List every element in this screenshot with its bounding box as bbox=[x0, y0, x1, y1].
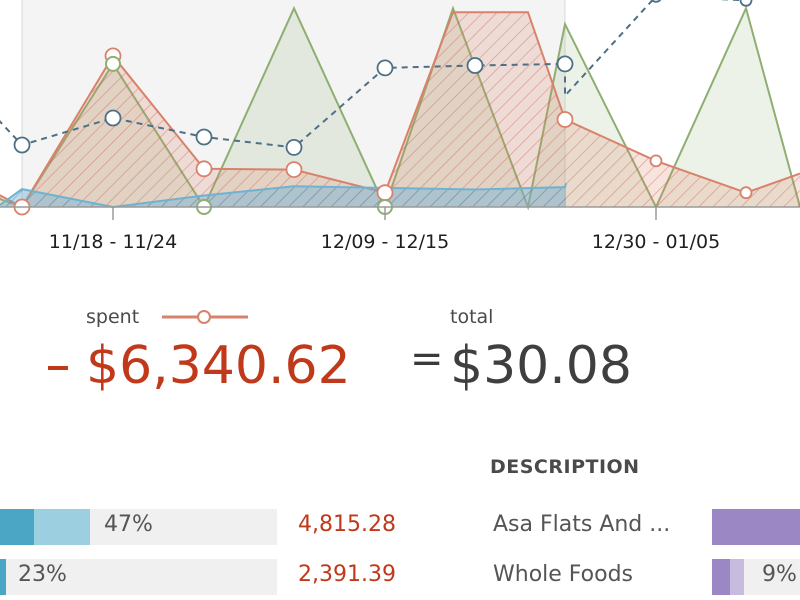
spent-point bbox=[649, 154, 663, 168]
right-bar-fill bbox=[712, 559, 730, 595]
spent-point bbox=[556, 111, 574, 128]
row-description: Whole Foods bbox=[493, 562, 634, 587]
row-amount: 2,391.39 bbox=[298, 562, 396, 587]
row-percent: 47% bbox=[104, 512, 153, 537]
spent-point bbox=[285, 161, 303, 179]
right-bar-light bbox=[730, 559, 744, 595]
dashed-point bbox=[739, 0, 753, 7]
summary-panel: spent total $6,340.62 = $30.08 bbox=[0, 300, 800, 410]
spent-amount: $6,340.62 bbox=[86, 336, 351, 396]
spent-point bbox=[195, 160, 213, 178]
dashed-point bbox=[556, 55, 574, 73]
dashed-point bbox=[195, 128, 213, 146]
row-description: Asa Flats And ... bbox=[493, 512, 671, 537]
spent-point bbox=[376, 184, 394, 202]
spent-legend-icon bbox=[162, 310, 248, 324]
percent-bar-dark bbox=[0, 559, 6, 595]
row-percent: 23% bbox=[18, 562, 67, 587]
minus-sign-icon bbox=[48, 366, 68, 370]
x-tick-label: 11/18 - 11/24 bbox=[49, 231, 177, 253]
x-tick-label: 12/30 - 01/05 bbox=[592, 231, 720, 253]
description-column-header[interactable]: DESCRIPTION bbox=[490, 456, 640, 478]
row-amount: 4,815.28 bbox=[298, 512, 396, 537]
total-label: total bbox=[450, 306, 494, 328]
dashed-point bbox=[285, 138, 303, 156]
spending-chart: 11/18 - 11/24 12/09 - 12/15 12/30 - 01/05 bbox=[0, 0, 800, 253]
x-tick-label: 12/09 - 12/15 bbox=[321, 231, 449, 253]
total-amount: $30.08 bbox=[450, 336, 632, 396]
table-row[interactable]: 47% 4,815.28 Asa Flats And ... bbox=[0, 509, 800, 545]
percent-bar-fill bbox=[34, 509, 90, 545]
right-percent: 9% bbox=[762, 562, 797, 587]
right-bar-fill bbox=[712, 509, 800, 545]
dashed-point bbox=[466, 57, 484, 74]
dashed-point bbox=[376, 59, 394, 77]
spent-label: spent bbox=[86, 306, 140, 328]
percent-bar-dark bbox=[0, 509, 34, 545]
table-row[interactable]: 23% 2,391.39 Whole Foods 9% bbox=[0, 559, 800, 595]
green-point bbox=[105, 55, 121, 72]
dashed-point bbox=[104, 109, 122, 127]
equals-sign: = bbox=[410, 336, 444, 382]
dashed-point bbox=[13, 136, 31, 154]
spent-point bbox=[739, 186, 753, 200]
